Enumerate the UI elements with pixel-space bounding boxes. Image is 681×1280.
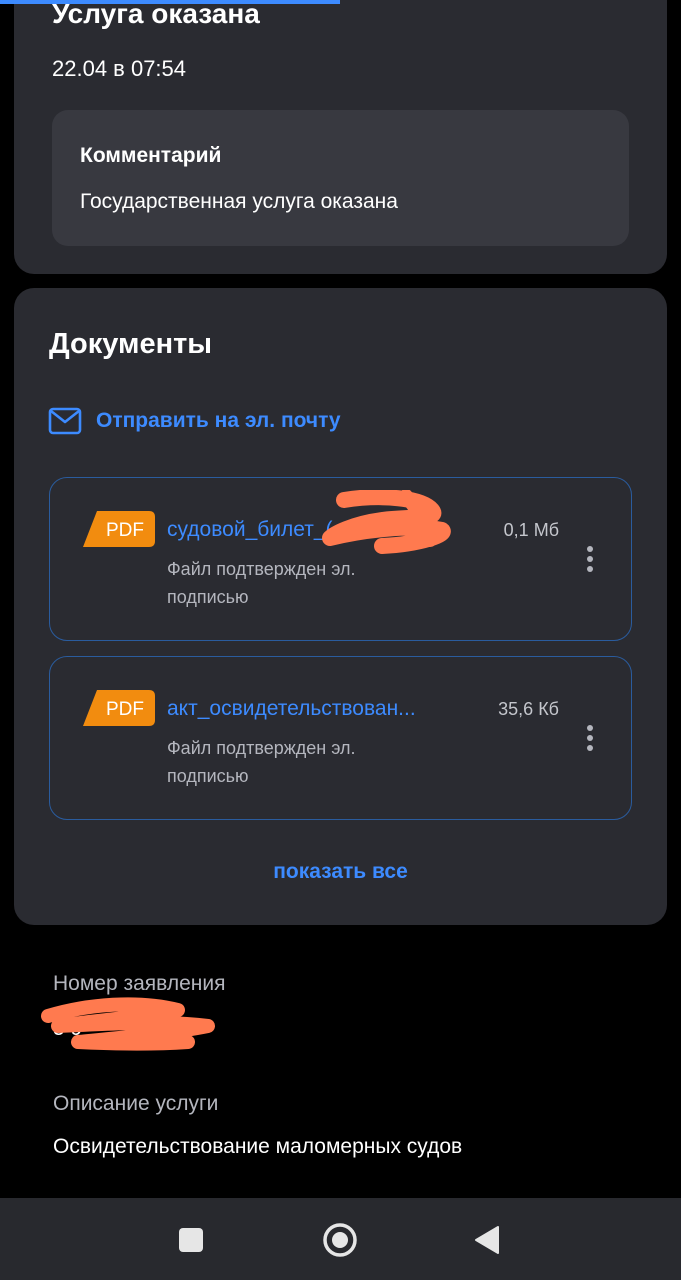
document-item[interactable]: PDF акт_освидетельствован... 35,6 Кб Фай… [49, 656, 632, 820]
comment-text: Государственная услуга оказана [80, 190, 398, 213]
service-description-value: Освидетельствование маломерных судов [53, 1135, 463, 1158]
document-size: 0,1 Мб [503, 520, 559, 540]
screen: Услуга оказана 22.04 в 07:54 Комментарий… [0, 0, 681, 1280]
triangle-back-icon[interactable] [468, 1220, 508, 1260]
show-all-button[interactable]: показать все [14, 860, 667, 884]
comment-label: Комментарий [80, 144, 222, 167]
pdf-badge-label: PDF [106, 699, 144, 720]
document-name[interactable]: акт_освидетельствован... [167, 697, 475, 721]
document-item[interactable]: PDF судовой_билет_(... 0,1 Мб Файл подтв… [49, 477, 632, 641]
document-signature-status: Файл подтвержден эл. подписью [167, 738, 356, 786]
more-vertical-icon[interactable] [583, 546, 597, 576]
document-name[interactable]: судовой_билет_(... [167, 518, 475, 542]
circle-home-icon[interactable] [320, 1220, 360, 1260]
application-number-label: Номер заявления [53, 972, 226, 995]
status-date: 22.04 в 07:54 [52, 56, 187, 81]
send-email-link[interactable]: Отправить на эл. почту [48, 404, 341, 438]
application-number-value: 5 9 [53, 1017, 83, 1040]
status-card: Услуга оказана 22.04 в 07:54 Комментарий… [14, 0, 667, 274]
documents-card: Документы Отправить на эл. почту PDF суд… [14, 288, 667, 925]
status-title: Услуга оказана [52, 0, 260, 29]
send-email-label: Отправить на эл. почту [96, 409, 341, 432]
loading-progress-bar [0, 0, 340, 4]
pdf-badge-label: PDF [106, 520, 144, 541]
comment-box: Комментарий Государственная услуга оказа… [52, 110, 629, 246]
pdf-file-icon: PDF [83, 511, 155, 547]
documents-title: Документы [49, 328, 213, 360]
pdf-file-icon: PDF [83, 690, 155, 726]
more-vertical-icon[interactable] [583, 725, 597, 755]
document-signature-status: Файл подтвержден эл. подписью [167, 559, 356, 607]
envelope-icon [48, 407, 82, 435]
document-size: 35,6 Кб [498, 699, 559, 719]
service-description-label: Описание услуги [53, 1092, 219, 1115]
square-icon[interactable] [171, 1220, 211, 1260]
system-navigation-bar [0, 1198, 681, 1280]
